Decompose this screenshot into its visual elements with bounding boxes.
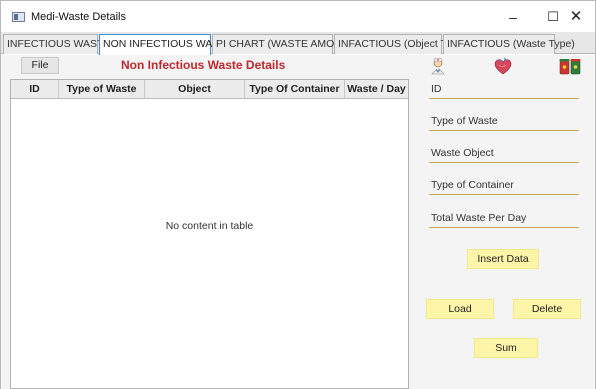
data-entry-form: ID Type of Waste Waste Object Type of Co… <box>421 55 591 389</box>
table-header: ID Type of Waste Object Type Of Containe… <box>11 80 408 99</box>
total-waste-per-day-field-prompt: Total Waste Per Day <box>431 212 527 224</box>
tab-content: File Non Infectious Waste Details ID Typ… <box>1 55 595 389</box>
waste-object-field-prompt: Waste Object <box>431 147 494 159</box>
doctor-icon <box>429 57 447 75</box>
column-header-type-of-container[interactable]: Type Of Container <box>245 80 345 99</box>
total-waste-per-day-field[interactable]: Total Waste Per Day <box>429 210 579 228</box>
delete-button[interactable]: Delete <box>513 299 581 319</box>
sum-button[interactable]: Sum <box>474 338 538 358</box>
tab-infectious-waste[interactable]: INFECTIOUS WASTE <box>3 34 110 54</box>
tab-non-infectious-waste[interactable]: NON INFECTIOUS WASTE <box>99 34 233 55</box>
id-field[interactable]: ID <box>429 81 579 99</box>
minimize-button[interactable]: – <box>493 5 533 29</box>
heart-organ-icon <box>493 57 513 75</box>
tab-pi-chart-waste-amount[interactable]: PI CHART (WASTE AMOUNT) <box>212 34 359 54</box>
panel-title: Non Infectious Waste Details <box>121 58 286 72</box>
app-window: Medi-Waste Details – ☐ ✕ INFECTIOUS WAST… <box>0 0 596 389</box>
file-menu-button[interactable]: File <box>21 57 59 74</box>
type-of-waste-field[interactable]: Type of Waste <box>429 113 579 131</box>
table-empty-message: No content in table <box>165 220 254 232</box>
column-header-waste-per-day[interactable]: Waste / Day <box>345 80 408 99</box>
type-of-container-field[interactable]: Type of Container <box>429 177 579 195</box>
type-of-waste-field-prompt: Type of Waste <box>431 115 498 127</box>
waste-table[interactable]: ID Type of Waste Object Type Of Containe… <box>10 79 409 389</box>
type-of-container-field-prompt: Type of Container <box>431 179 514 191</box>
insert-data-button[interactable]: Insert Data <box>467 249 539 269</box>
app-window-icon <box>12 12 25 22</box>
tab-bar: INFECTIOUS WASTE NON INFECTIOUS WASTE PI… <box>1 32 595 55</box>
close-button[interactable]: ✕ <box>557 5 595 29</box>
tab-infactious-waste-type[interactable]: INFACTIOUS (Waste Type) <box>443 34 575 54</box>
toolbar: File Non Infectious Waste Details <box>9 55 409 77</box>
title-bar[interactable]: Medi-Waste Details – ☐ ✕ <box>1 1 595 32</box>
load-button[interactable]: Load <box>426 299 494 319</box>
column-header-id[interactable]: ID <box>11 80 59 99</box>
waste-bins-icon <box>559 57 581 75</box>
column-header-object[interactable]: Object <box>145 80 245 99</box>
id-field-prompt: ID <box>431 83 442 95</box>
window-title: Medi-Waste Details <box>31 11 126 23</box>
column-header-type-of-waste[interactable]: Type of Waste <box>59 80 145 99</box>
waste-object-field[interactable]: Waste Object <box>429 145 579 163</box>
tab-infactious-object-type[interactable]: INFACTIOUS (Object Type) <box>334 34 467 54</box>
